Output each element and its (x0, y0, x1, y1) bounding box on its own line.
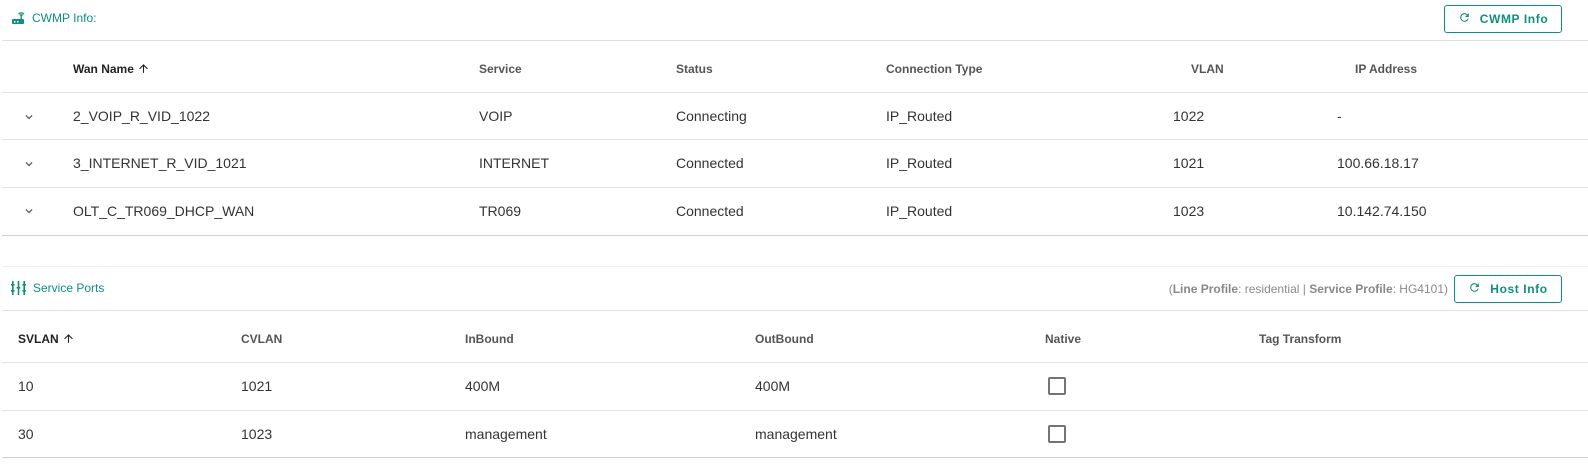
inbound-cell: management (465, 426, 547, 442)
status-cell: Connecting (676, 108, 747, 124)
column-header-inbound[interactable]: InBound (465, 332, 514, 346)
column-header-label: SVLAN (18, 332, 59, 346)
native-checkbox[interactable] (1048, 377, 1066, 395)
router-icon (11, 11, 25, 25)
host-info-button[interactable]: Host Info (1454, 275, 1562, 303)
column-header-wan-name[interactable]: Wan Name (73, 62, 150, 78)
line-profile-value: residential (1244, 282, 1300, 296)
wan-name-cell: 3_INTERNET_R_VID_1021 (73, 155, 247, 171)
column-header-vlan[interactable]: VLAN (1191, 62, 1224, 76)
service-cell: TR069 (479, 203, 522, 219)
native-checkbox[interactable] (1048, 425, 1066, 443)
status-cell: Connected (676, 155, 744, 171)
status-cell: Connected (676, 203, 744, 219)
service-ports-title: Service Ports (11, 281, 104, 295)
column-header-ip-address[interactable]: IP Address (1355, 62, 1417, 76)
column-header-connection-type[interactable]: Connection Type (886, 62, 982, 76)
service-cell: INTERNET (479, 155, 549, 171)
outbound-cell: management (755, 426, 837, 442)
line-profile-label: Line Profile (1172, 282, 1239, 296)
cvlan-cell: 1021 (241, 378, 273, 394)
service-ports-card: Service Ports (Line Profile: residential… (2, 266, 1588, 458)
vlan-cell: 1021 (1173, 155, 1205, 171)
chevron-down-icon[interactable] (22, 204, 36, 223)
column-header-native[interactable]: Native (1045, 332, 1081, 346)
ip-address-cell: - (1337, 108, 1342, 124)
service-cell: VOIP (479, 108, 513, 124)
cwmp-info-title-text: CWMP Info: (32, 11, 97, 25)
table-row[interactable]: 30 1023 management management (2, 411, 1588, 458)
wan-name-cell: 2_VOIP_R_VID_1022 (73, 108, 210, 124)
vlan-cell: 1022 (1173, 108, 1205, 124)
column-header-svlan[interactable]: SVLAN (18, 332, 75, 348)
outbound-cell: 400M (755, 378, 791, 394)
arrow-up-icon (62, 332, 75, 348)
refresh-icon (1468, 281, 1481, 297)
vlan-cell: 1023 (1173, 203, 1205, 219)
host-info-button-label: Host Info (1490, 282, 1548, 296)
service-profile-label: Service Profile (1309, 282, 1393, 296)
ip-address-cell: 10.142.74.150 (1337, 203, 1427, 219)
table-row[interactable]: 10 1021 400M 400M (2, 363, 1588, 411)
ip-address-cell: 100.66.18.17 (1337, 155, 1419, 171)
refresh-icon (1458, 11, 1471, 27)
profile-info: (Line Profile: residential | Service Pro… (1168, 282, 1448, 296)
chevron-down-icon[interactable] (22, 110, 36, 129)
table-row[interactable]: OLT_C_TR069_DHCP_WAN TR069 Connected IP_… (2, 188, 1588, 235)
service-ports-title-text: Service Ports (33, 281, 105, 295)
connection-type-cell: IP_Routed (886, 203, 953, 219)
table-row[interactable]: 3_INTERNET_R_VID_1021 INTERNET Connected… (2, 140, 1588, 188)
service-profile-value: HG4101 (1399, 282, 1444, 296)
cwmp-info-button[interactable]: CWMP Info (1444, 5, 1562, 33)
column-header-service[interactable]: Service (479, 62, 522, 76)
connection-type-cell: IP_Routed (886, 155, 953, 171)
wan-name-cell: OLT_C_TR069_DHCP_WAN (73, 203, 255, 219)
cwmp-info-button-label: CWMP Info (1479, 12, 1549, 26)
arrow-up-icon (137, 62, 150, 78)
cwmp-info-card: CWMP Info: CWMP Info Wan Name Service St… (2, 0, 1588, 236)
column-header-outbound[interactable]: OutBound (755, 332, 814, 346)
chevron-down-icon[interactable] (22, 157, 36, 176)
cvlan-cell: 1023 (241, 426, 273, 442)
column-header-tag-transform[interactable]: Tag Transform (1259, 332, 1341, 346)
connection-type-cell: IP_Routed (886, 108, 953, 124)
inbound-cell: 400M (465, 378, 501, 394)
column-header-label: Wan Name (73, 62, 134, 76)
cwmp-info-title: CWMP Info: (11, 11, 96, 25)
column-header-cvlan[interactable]: CVLAN (241, 332, 282, 346)
svlan-cell: 30 (18, 426, 34, 442)
service-ports-header: Service Ports (Line Profile: residential… (2, 267, 1588, 311)
column-header-status[interactable]: Status (676, 62, 713, 76)
table-row[interactable]: 2_VOIP_R_VID_1022 VOIP Connecting IP_Rou… (2, 93, 1588, 140)
cwmp-info-header: CWMP Info: CWMP Info (2, 0, 1588, 41)
svlan-cell: 10 (18, 378, 34, 394)
ports-icon (11, 281, 26, 295)
